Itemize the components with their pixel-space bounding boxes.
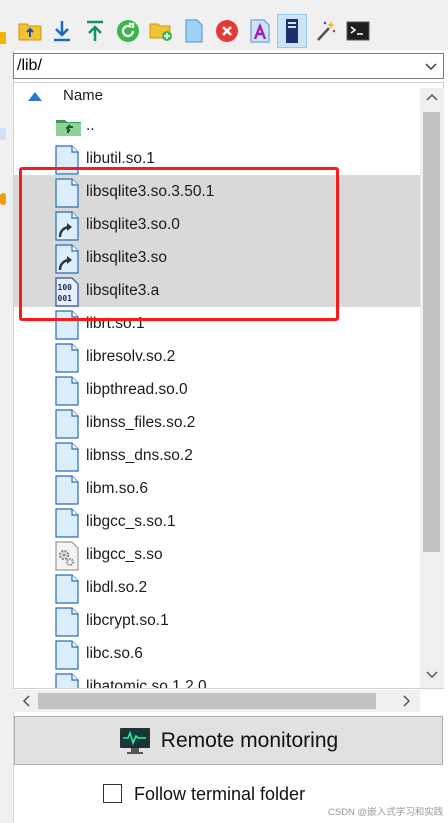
file-name: libatomic.so.1.2.0 <box>86 678 207 689</box>
new-folder-button[interactable] <box>146 14 176 48</box>
file-icon <box>55 409 81 439</box>
path-combobox[interactable]: /lib/ <box>13 53 444 79</box>
file-name: libutil.so.1 <box>86 150 155 167</box>
file-row[interactable]: libm.so.6 <box>14 472 421 505</box>
file-name: libresolv.so.2 <box>86 348 176 365</box>
download-button[interactable] <box>47 14 77 48</box>
file-row[interactable]: libresolv.so.2 <box>14 340 421 373</box>
toggle-panel-button[interactable] <box>277 14 307 48</box>
file-icon <box>55 607 81 637</box>
scroll-up-icon[interactable] <box>422 88 442 106</box>
adjacent-pane-edge <box>0 0 14 823</box>
remote-monitoring-button[interactable]: Remote monitoring <box>14 716 443 765</box>
delete-button[interactable] <box>212 14 242 48</box>
file-row[interactable]: libatomic.so.1.2.0 <box>14 670 421 689</box>
watermark: CSDN @嵌入式学习和实践 <box>328 807 444 818</box>
file-row[interactable]: libpthread.so.0 <box>14 373 421 406</box>
file-name: libgcc_s.so.1 <box>86 513 176 530</box>
terminal-icon <box>346 21 370 41</box>
download-icon <box>54 21 70 42</box>
file-name: .. <box>86 117 95 134</box>
rename-button[interactable] <box>245 14 275 48</box>
file-name: libnss_files.so.2 <box>86 414 196 431</box>
file-name: libm.so.6 <box>86 480 149 497</box>
horizontal-scrollbar[interactable] <box>13 690 420 712</box>
highlight-annotation-box <box>19 167 339 321</box>
file-icon <box>55 343 81 373</box>
cut-off-icon <box>0 32 6 44</box>
file-icon <box>55 475 81 505</box>
toggle-panel-icon <box>286 19 298 43</box>
file-icon <box>55 442 81 472</box>
path-value: /lib/ <box>17 57 42 74</box>
delete-icon <box>216 20 238 42</box>
parent-directory-row[interactable]: .. <box>14 109 421 142</box>
new-file-icon <box>185 19 203 43</box>
file-row[interactable]: libnss_files.so.2 <box>14 406 421 439</box>
terminal-button[interactable] <box>343 14 373 48</box>
file-name: libgcc_s.so <box>86 546 163 563</box>
upload-button[interactable] <box>80 14 110 48</box>
name-column-header[interactable]: Name <box>14 83 424 109</box>
scroll-right-icon[interactable] <box>397 692 417 710</box>
file-row[interactable]: libgcc_s.so <box>14 538 421 571</box>
refresh-icon <box>117 20 139 42</box>
follow-terminal-checkbox[interactable] <box>103 784 122 803</box>
magic-wand-icon <box>317 21 336 41</box>
toolbar <box>13 0 448 50</box>
cut-off-icon <box>0 193 6 205</box>
file-icon <box>55 673 81 688</box>
scroll-left-icon[interactable] <box>16 692 36 710</box>
monitor-icon <box>119 727 150 754</box>
library-gear-icon <box>55 541 81 571</box>
file-name: libnss_dns.so.2 <box>86 447 193 464</box>
sort-ascending-icon <box>28 92 42 101</box>
file-name: libc.so.6 <box>86 645 143 662</box>
horizontal-scroll-thumb[interactable] <box>38 693 376 709</box>
file-icon <box>55 574 81 604</box>
refresh-button[interactable] <box>113 14 143 48</box>
chevron-down-icon[interactable] <box>422 57 440 75</box>
follow-terminal-label[interactable]: Follow terminal folder <box>134 784 305 805</box>
file-row[interactable]: libnss_dns.so.2 <box>14 439 421 472</box>
file-name: libdl.so.2 <box>86 579 148 596</box>
file-row[interactable]: libc.so.6 <box>14 637 421 670</box>
file-row[interactable]: libdl.so.2 <box>14 571 421 604</box>
remote-monitoring-label: Remote monitoring <box>160 728 339 752</box>
new-folder-icon <box>149 23 172 41</box>
upload-icon <box>87 20 103 41</box>
rename-icon <box>250 19 270 43</box>
file-icon <box>55 376 81 406</box>
file-row[interactable]: libgcc_s.so.1 <box>14 505 421 538</box>
parent-folder-button[interactable] <box>15 14 45 48</box>
file-name: libcrypt.so.1 <box>86 612 169 629</box>
folder-up-icon <box>18 23 42 41</box>
scroll-down-icon[interactable] <box>422 666 442 684</box>
vertical-scroll-thumb[interactable] <box>423 112 440 552</box>
file-name: libpthread.so.0 <box>86 381 188 398</box>
file-icon <box>55 640 81 670</box>
vertical-scrollbar[interactable] <box>420 88 444 688</box>
file-row[interactable]: libcrypt.so.1 <box>14 604 421 637</box>
magic-wand-button[interactable] <box>311 14 341 48</box>
new-file-button[interactable] <box>179 14 209 48</box>
file-icon <box>55 508 81 538</box>
parent-folder-icon <box>55 112 81 142</box>
name-column-label: Name <box>63 87 104 104</box>
cut-off-icon <box>0 128 6 140</box>
